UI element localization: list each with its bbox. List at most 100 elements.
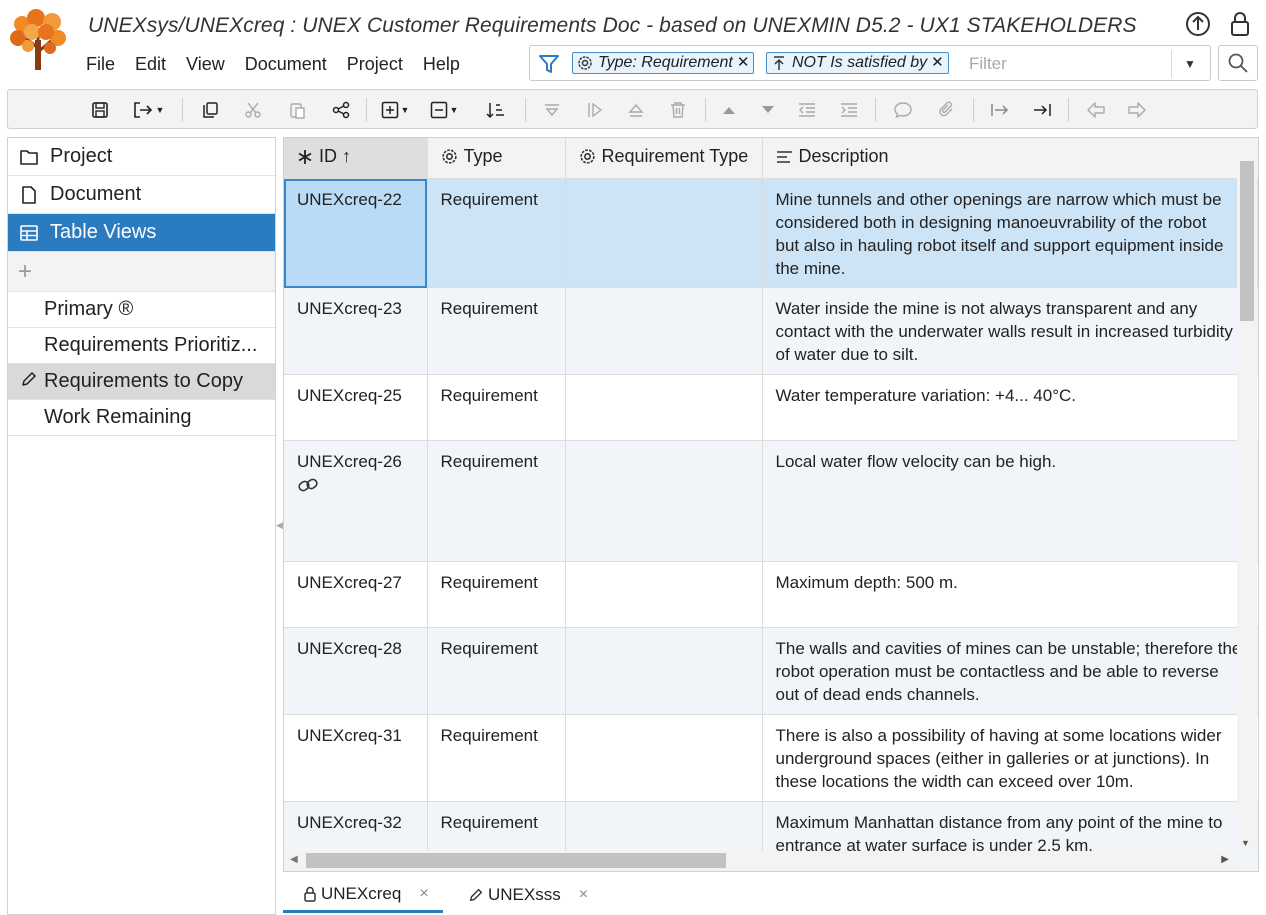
copy-icon[interactable] — [199, 99, 221, 121]
goto-end-icon[interactable] — [1031, 99, 1053, 121]
menu-project[interactable]: Project — [347, 52, 413, 76]
close-icon[interactable]: × — [419, 885, 428, 903]
column-header-type[interactable]: Type — [427, 138, 566, 179]
cell-type[interactable]: Requirement — [427, 440, 566, 562]
view-item-active[interactable]: Requirements to Copy — [8, 364, 275, 400]
cell-description[interactable]: Water inside the mine is not always tran… — [762, 287, 1258, 375]
cell-id[interactable]: UNEXcreq-22 — [284, 178, 428, 288]
cell-id[interactable]: UNEXcreq-23 — [284, 287, 428, 375]
cell-description[interactable]: Mine tunnels and other openings are narr… — [762, 178, 1258, 288]
scrollbar-thumb[interactable] — [306, 853, 726, 868]
close-icon[interactable]: ✕ — [931, 52, 944, 74]
forward-icon[interactable] — [1126, 99, 1148, 121]
tab-unexcreq[interactable]: UNEXcreq × — [283, 877, 443, 913]
comment-icon[interactable] — [892, 99, 914, 121]
cell-req-type[interactable] — [565, 178, 763, 288]
filter-input[interactable] — [967, 52, 1171, 76]
cell-description[interactable]: Maximum depth: 500 m. — [762, 561, 1258, 628]
menu-view[interactable]: View — [186, 52, 235, 76]
link-icon[interactable] — [297, 476, 414, 499]
column-header-description[interactable]: Description — [762, 138, 1258, 179]
cell-req-type[interactable] — [565, 714, 763, 802]
filter-chip-satisfied[interactable]: NOT Is satisfied by ✕ — [766, 52, 949, 74]
menu-edit[interactable]: Edit — [135, 52, 176, 76]
cell-id[interactable]: UNEXcreq-31 — [284, 714, 428, 802]
eject-icon[interactable] — [625, 99, 647, 121]
cell-type[interactable]: Requirement — [427, 627, 566, 715]
move-down-icon[interactable] — [757, 99, 779, 121]
table-row[interactable]: UNEXcreq-22 Requirement Mine tunnels and… — [284, 178, 1258, 288]
cell-description[interactable]: Water temperature variation: +4... 40°C. — [762, 374, 1258, 441]
menu-help[interactable]: Help — [423, 52, 470, 76]
cell-req-type[interactable] — [565, 627, 763, 715]
close-icon[interactable]: ✕ — [737, 52, 750, 74]
scroll-left-icon[interactable]: ◀ — [290, 854, 298, 865]
filter-chip-type[interactable]: Type: Requirement ✕ — [572, 52, 755, 74]
table-row[interactable]: UNEXcreq-23 Requirement Water inside the… — [284, 287, 1258, 375]
cell-req-type[interactable] — [565, 374, 763, 441]
table-row[interactable]: UNEXcreq-27 Requirement Maximum depth: 5… — [284, 561, 1258, 628]
filter-down-icon[interactable] — [541, 99, 563, 121]
menu-file[interactable]: File — [86, 52, 125, 76]
cell-description[interactable]: The walls and cavities of mines can be u… — [762, 627, 1258, 715]
data-grid: ID ↑ Type Requirement Type Description U… — [284, 138, 1258, 871]
cell-id[interactable]: UNEXcreq-26 — [284, 440, 428, 562]
save-icon[interactable] — [89, 99, 111, 121]
nav-project[interactable]: Project — [8, 138, 275, 176]
cell-req-type[interactable] — [565, 287, 763, 375]
attachment-icon[interactable] — [936, 99, 958, 121]
scroll-right-icon[interactable]: ▶ — [1221, 854, 1229, 865]
cell-type[interactable]: Requirement — [427, 374, 566, 441]
view-item[interactable]: Primary ® — [8, 292, 275, 328]
paste-icon[interactable] — [286, 99, 308, 121]
cell-type[interactable]: Requirement — [427, 561, 566, 628]
menu-document[interactable]: Document — [245, 52, 337, 76]
nav-table-views[interactable]: Table Views — [8, 214, 275, 252]
filter-funnel-icon[interactable] — [538, 53, 560, 75]
table-row[interactable]: UNEXcreq-25 Requirement Water temperatur… — [284, 374, 1258, 441]
vertical-scrollbar[interactable]: ▼ — [1237, 157, 1257, 850]
cell-id[interactable]: UNEXcreq-28 — [284, 627, 428, 715]
cell-type[interactable]: Requirement — [427, 714, 566, 802]
back-icon[interactable] — [1085, 99, 1107, 121]
cell-description[interactable]: There is also a possibility of having at… — [762, 714, 1258, 802]
goto-start-icon[interactable] — [989, 99, 1011, 121]
cell-req-type[interactable] — [565, 561, 763, 628]
scrollbar-thumb[interactable] — [1240, 161, 1254, 321]
move-up-icon[interactable] — [718, 99, 740, 121]
cell-description[interactable]: Local water flow velocity can be high. — [762, 440, 1258, 562]
lock-icon[interactable] — [1226, 10, 1254, 38]
horizontal-scrollbar[interactable]: ◀ ▶ — [284, 851, 1237, 871]
add-icon[interactable]: ▼ — [378, 99, 412, 121]
outdent-icon[interactable] — [796, 99, 818, 121]
sort-icon[interactable] — [484, 99, 506, 121]
upload-circle-icon[interactable] — [1184, 10, 1212, 38]
cell-type[interactable]: Requirement — [427, 178, 566, 288]
close-icon[interactable]: × — [579, 886, 588, 904]
column-header-id[interactable]: ID ↑ — [284, 138, 428, 179]
table-row[interactable]: UNEXcreq-31 Requirement There is also a … — [284, 714, 1258, 802]
cut-icon[interactable] — [242, 99, 264, 121]
share-icon[interactable] — [330, 99, 352, 121]
scroll-down-icon[interactable]: ▼ — [1241, 838, 1250, 848]
indent-icon[interactable] — [838, 99, 860, 121]
splitter-handle[interactable]: ◀ — [276, 520, 283, 540]
chevron-down-icon[interactable]: ▼ — [1180, 54, 1200, 74]
tab-unexsss[interactable]: UNEXsss × — [468, 877, 588, 913]
table-row[interactable]: UNEXcreq-28 Requirement The walls and ca… — [284, 627, 1258, 715]
column-header-requirement-type[interactable]: Requirement Type — [565, 138, 763, 179]
remove-icon[interactable]: ▼ — [427, 99, 461, 121]
view-item[interactable]: Requirements Prioritiz... — [8, 328, 275, 364]
export-icon[interactable]: ▼ — [128, 99, 168, 121]
trash-icon[interactable] — [667, 99, 689, 121]
view-item[interactable]: Work Remaining — [8, 400, 275, 436]
add-view-button[interactable]: + — [8, 252, 275, 292]
play-icon[interactable] — [584, 99, 606, 121]
cell-req-type[interactable] — [565, 440, 763, 562]
cell-id[interactable]: UNEXcreq-27 — [284, 561, 428, 628]
cell-type[interactable]: Requirement — [427, 287, 566, 375]
cell-id[interactable]: UNEXcreq-25 — [284, 374, 428, 441]
search-button[interactable] — [1218, 45, 1258, 81]
nav-document[interactable]: Document — [8, 176, 275, 214]
table-row[interactable]: UNEXcreq-26 Requirement Local water flow… — [284, 440, 1258, 562]
